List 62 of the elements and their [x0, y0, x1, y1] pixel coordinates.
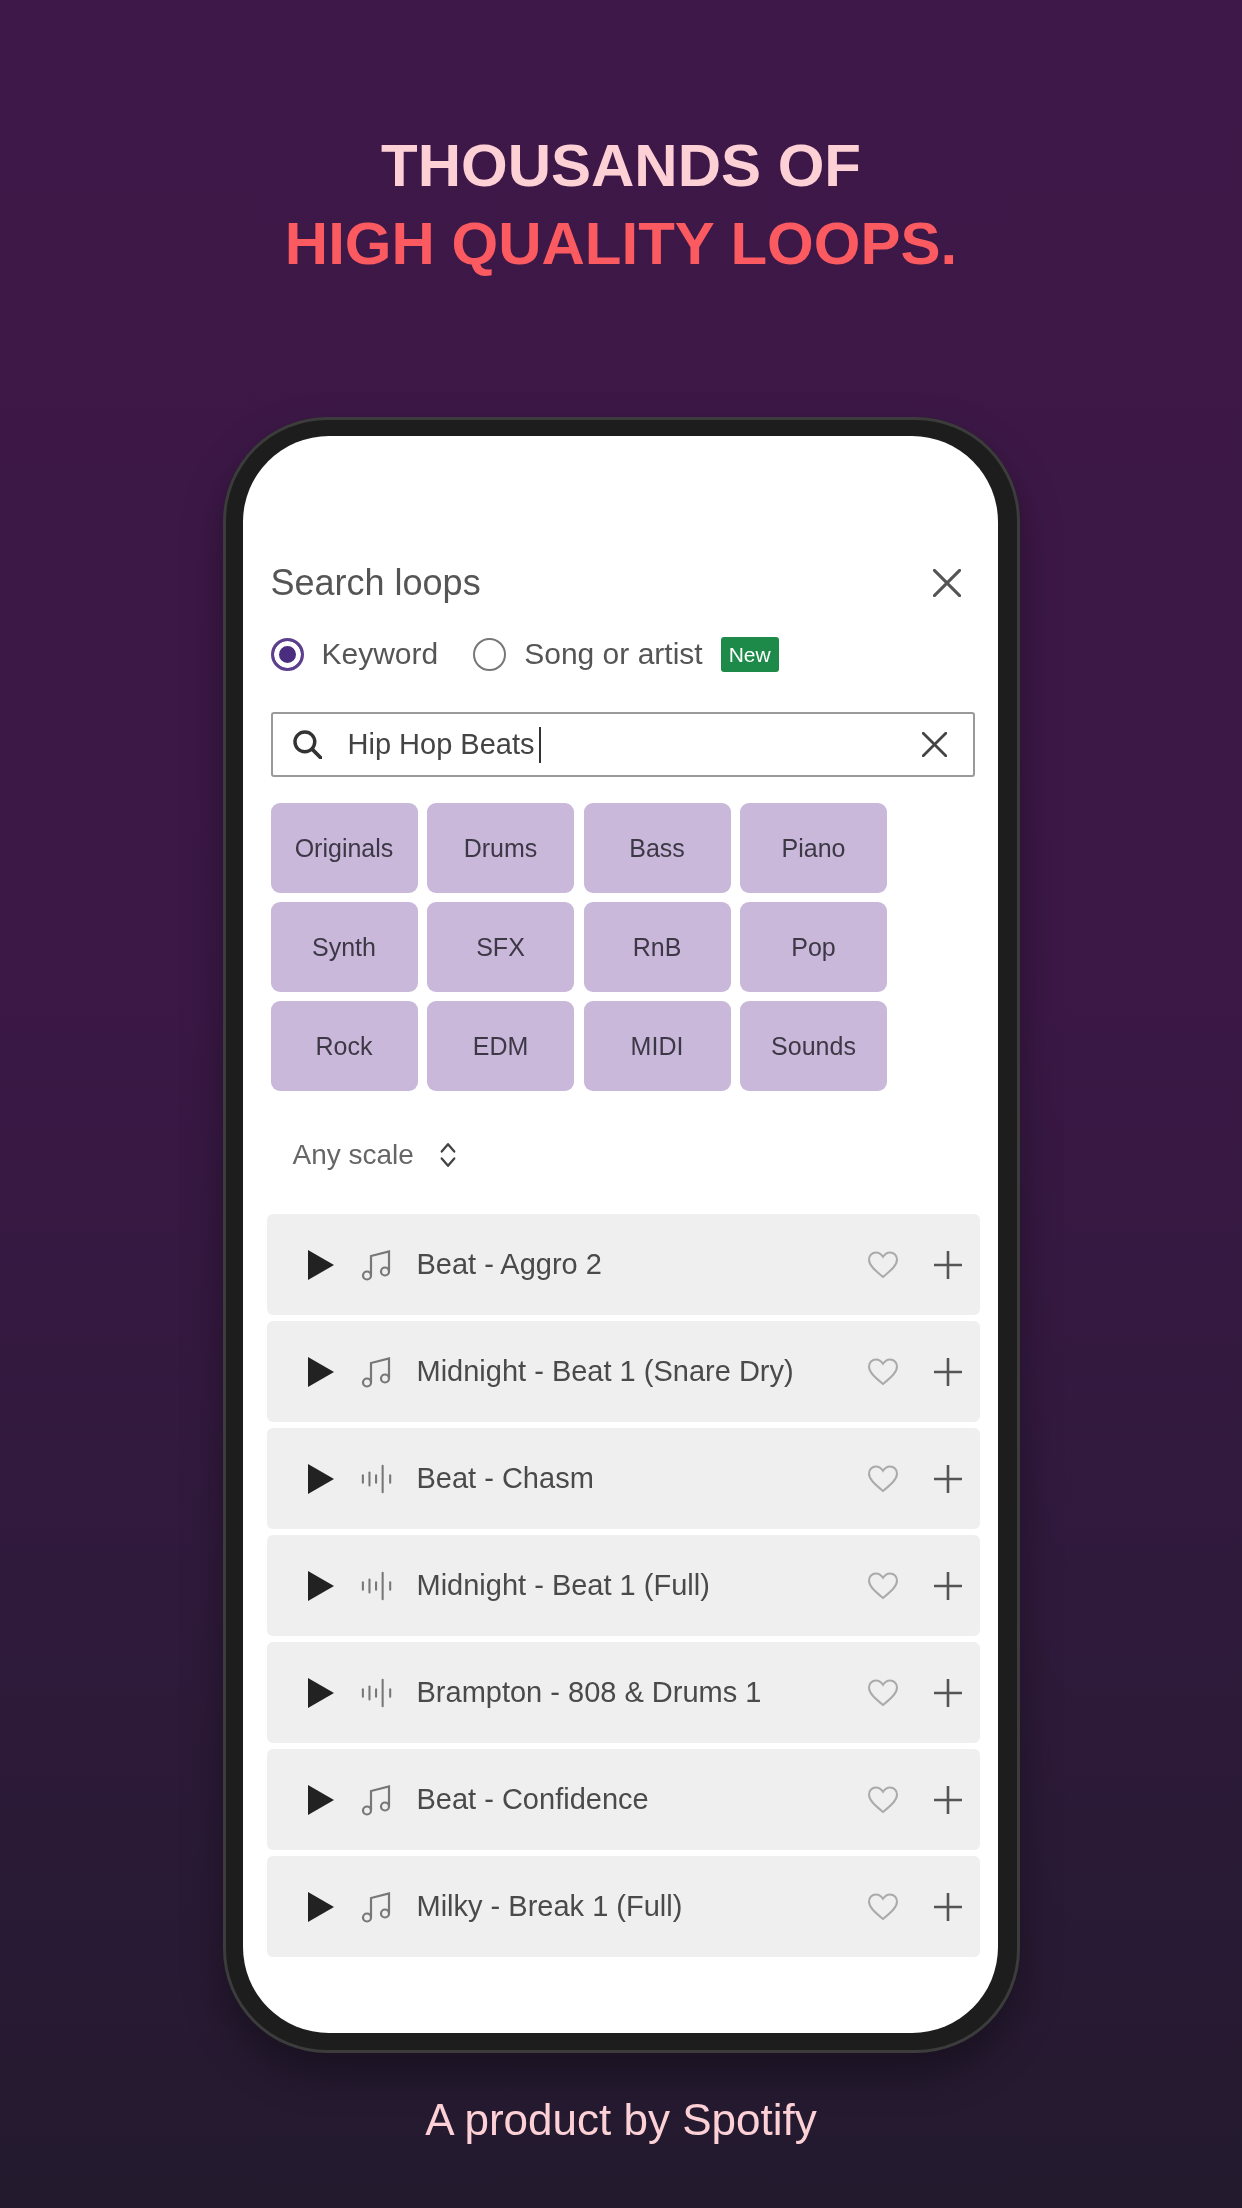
- category-chip[interactable]: Rock: [270, 1001, 418, 1091]
- plus-icon[interactable]: [932, 1891, 963, 1922]
- radio-button[interactable]: [473, 637, 507, 671]
- play-icon[interactable]: [307, 1463, 334, 1494]
- plus-icon[interactable]: [932, 1356, 963, 1387]
- search-icon: [292, 730, 322, 759]
- plus-icon[interactable]: [932, 1249, 963, 1280]
- plus-icon[interactable]: [932, 1570, 963, 1601]
- category-chip[interactable]: EDM: [427, 1001, 574, 1091]
- loop-title: Milky - Break 1 (Full): [416, 1890, 684, 1923]
- plus-icon[interactable]: [932, 1784, 963, 1815]
- new-badge: New: [720, 636, 779, 672]
- radio-button[interactable]: [270, 637, 304, 671]
- plus-icon[interactable]: [932, 1677, 963, 1708]
- radio-label[interactable]: Song or artist: [524, 637, 703, 671]
- waveform-icon: [360, 1676, 393, 1709]
- play-icon[interactable]: [307, 1784, 334, 1815]
- music-notes-icon: [360, 1783, 393, 1816]
- category-chip[interactable]: Originals: [270, 803, 418, 893]
- play-icon[interactable]: [307, 1677, 334, 1708]
- waveform-icon: [360, 1462, 393, 1495]
- waveform-icon: [360, 1569, 393, 1602]
- footer-text: A product by Spotify: [425, 2094, 817, 2146]
- category-chip[interactable]: RnB: [583, 902, 731, 992]
- loop-title: Midnight - Beat 1 (Full): [416, 1569, 711, 1602]
- loop-row[interactable]: Beat - Aggro 2: [266, 1214, 980, 1315]
- music-notes-icon: [360, 1355, 393, 1388]
- category-chip[interactable]: Pop: [740, 902, 887, 992]
- category-chip[interactable]: Piano: [740, 803, 887, 893]
- category-chip[interactable]: Drums: [427, 803, 574, 893]
- plus-icon[interactable]: [932, 1463, 963, 1494]
- search-field[interactable]: Hip Hop Beats: [270, 712, 975, 777]
- loop-title: Midnight - Beat 1 (Snare Dry): [416, 1355, 795, 1388]
- loop-row[interactable]: Brampton - 808 & Drums 1: [266, 1642, 980, 1743]
- loop-title: Beat - Aggro 2: [416, 1248, 603, 1281]
- loop-row[interactable]: Midnight - Beat 1 (Full): [266, 1535, 980, 1636]
- play-icon[interactable]: [307, 1891, 334, 1922]
- loop-title: Beat - Chasm: [416, 1462, 595, 1495]
- loop-row[interactable]: Beat - Confidence: [266, 1749, 980, 1850]
- scale-selector[interactable]: Any scale: [292, 1135, 456, 1175]
- music-notes-icon: [360, 1248, 393, 1281]
- play-icon[interactable]: [307, 1356, 334, 1387]
- category-chip[interactable]: SFX: [427, 902, 574, 992]
- loop-row[interactable]: Midnight - Beat 1 (Snare Dry): [266, 1321, 980, 1422]
- chevron-up-down-icon: [439, 1141, 456, 1169]
- play-icon[interactable]: [307, 1570, 334, 1601]
- loop-row[interactable]: Beat - Chasm: [266, 1428, 980, 1529]
- loop-title: Brampton - 808 & Drums 1: [416, 1676, 763, 1709]
- loop-title: Beat - Confidence: [416, 1783, 650, 1816]
- radio-label[interactable]: Keyword: [321, 637, 439, 671]
- loop-row[interactable]: Milky - Break 1 (Full): [266, 1856, 980, 1957]
- category-chip[interactable]: Synth: [270, 902, 418, 992]
- close-icon[interactable]: [932, 569, 961, 597]
- play-icon[interactable]: [307, 1249, 334, 1280]
- headline-text: THOUSANDS OF: [381, 131, 861, 201]
- category-chip[interactable]: MIDI: [583, 1001, 731, 1091]
- clear-icon[interactable]: [921, 732, 947, 757]
- category-chip[interactable]: Bass: [583, 803, 731, 893]
- dialog-title: Search loops: [270, 561, 481, 605]
- category-chip[interactable]: Sounds: [740, 1001, 887, 1091]
- music-notes-icon: [360, 1890, 393, 1923]
- headline-highlight: HIGH QUALITY LOOPS.: [284, 209, 958, 279]
